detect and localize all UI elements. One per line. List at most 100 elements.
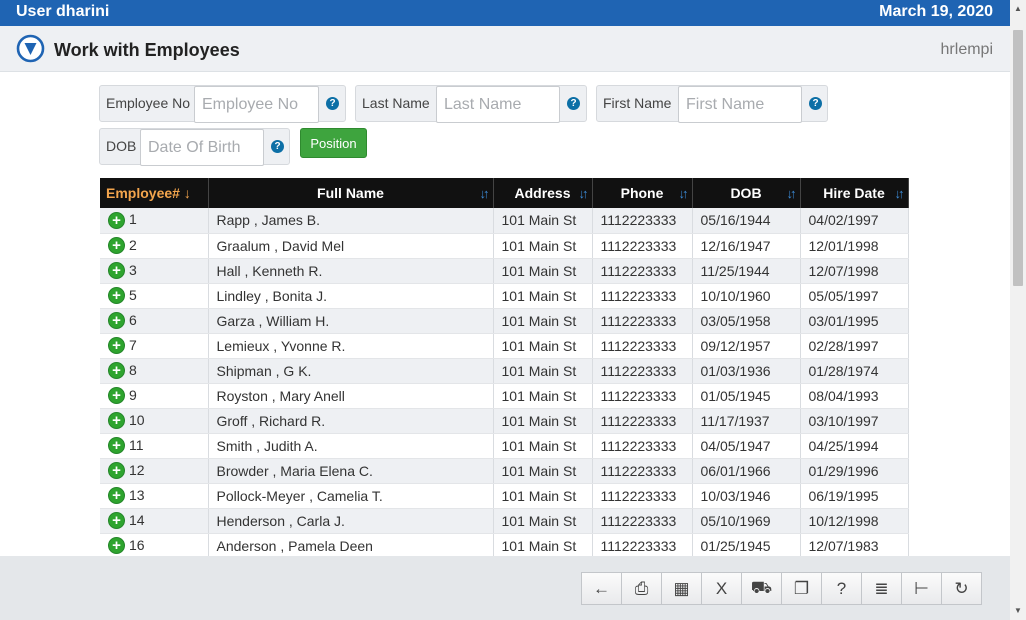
add-row-icon[interactable]: + [108, 212, 125, 230]
help-button[interactable]: ? [821, 572, 862, 605]
scroll-down-icon[interactable]: ▼ [1014, 606, 1022, 615]
add-row-icon[interactable]: + [108, 237, 125, 255]
dob-label: DOB [106, 138, 137, 154]
table-cell: 1112223333 [592, 508, 693, 534]
table-row[interactable]: +16 Anderson , Pamela Deen 101 Main St 1112… [100, 533, 909, 559]
column-header-dob[interactable]: DOB ↓↑ [692, 178, 801, 208]
column-header-label: Hire Date [823, 185, 885, 201]
help-icon[interactable]: ? [809, 97, 822, 110]
table-cell: +11 [100, 433, 209, 459]
add-row-icon[interactable]: + [108, 512, 125, 530]
add-row-icon[interactable]: + [108, 387, 125, 405]
table-cell: +7 [100, 333, 209, 359]
table-cell: 1112223333 [592, 408, 693, 434]
table-cell: Royston , Mary Anell [208, 383, 494, 409]
column-header-phone[interactable]: Phone ↓↑ [592, 178, 693, 208]
add-row-icon[interactable]: + [108, 437, 125, 455]
employee-number: 3 [129, 261, 137, 278]
first-name-label: First Name [603, 95, 672, 111]
notes-button[interactable]: ≣ [861, 572, 902, 605]
table-row[interactable]: +7 Lemieux , Yvonne R. 101 Main St 11122233… [100, 333, 909, 359]
table-cell: 05/05/1997 [800, 283, 909, 309]
refresh-button[interactable]: ↻ [941, 572, 982, 605]
table-cell: 101 Main St [493, 383, 593, 409]
column-header-hire-date[interactable]: Hire Date ↓↑ [800, 178, 909, 208]
table-cell: 01/03/1936 [692, 358, 801, 384]
filter-last-name: Last Name ? [355, 85, 587, 123]
automation-button[interactable]: ⛟ [741, 572, 782, 605]
add-row-icon[interactable]: + [108, 337, 125, 355]
table-cell: 04/25/1994 [800, 433, 909, 459]
table-row[interactable]: +13 Pollock-Meyer , Camelia T. 101 Main St… [100, 483, 909, 509]
column-header-label: DOB [730, 185, 762, 201]
position-button[interactable]: Position [300, 128, 367, 158]
column-header-employee-no[interactable]: Employee# ↓ [100, 178, 209, 208]
help-icon[interactable]: ? [326, 97, 339, 110]
copy-button[interactable]: ❐ [781, 572, 822, 605]
employee-number: 6 [129, 311, 137, 328]
table-row[interactable]: +2 Graalum , David Mel 101 Main St 11122233… [100, 233, 909, 259]
table-row[interactable]: +11 Smith , Judith A. 101 Main St 111222333… [100, 433, 909, 459]
dob-input[interactable] [140, 129, 264, 166]
add-row-icon[interactable]: + [108, 287, 125, 305]
table-cell: 01/29/1996 [800, 458, 909, 484]
table-row[interactable]: +10 Groff , Richard R. 101 Main St 11122233… [100, 408, 909, 434]
scrollbar-thumb[interactable] [1013, 30, 1023, 286]
table-cell: 101 Main St [493, 433, 593, 459]
table-cell: 06/01/1966 [692, 458, 801, 484]
table-cell: +14 [100, 508, 209, 534]
table-cell: 01/25/1945 [692, 533, 801, 559]
truck-clock-icon: ⛟ [750, 577, 773, 597]
table-row[interactable]: +9 Royston , Mary Anell 101 Main St 1112223… [100, 383, 909, 409]
add-row-icon[interactable]: + [108, 462, 125, 480]
sort-icon: ↓↑ [578, 186, 589, 201]
excel-button[interactable]: X [701, 572, 742, 605]
table-cell: 08/04/1993 [800, 383, 909, 409]
employee-no-input[interactable] [194, 86, 319, 123]
add-row-icon[interactable]: + [108, 262, 125, 280]
add-row-icon[interactable]: + [108, 487, 125, 505]
hierarchy-button[interactable]: ⊢ [901, 572, 942, 605]
column-header-address[interactable]: Address ↓↑ [493, 178, 593, 208]
vertical-scrollbar[interactable]: ▲ ▼ [1010, 0, 1026, 620]
action-toolbar: ← ⎙ ▦ X ⛟ ❐? ≣ ⊢ ↻ [581, 572, 982, 605]
add-row-icon[interactable]: + [108, 312, 125, 330]
last-name-input[interactable] [436, 86, 560, 123]
table-row[interactable]: +6 Garza , William H. 101 Main St 111222333… [100, 308, 909, 334]
table-cell: 101 Main St [493, 483, 593, 509]
table-cell: 12/07/1983 [800, 533, 909, 559]
column-header-full-name[interactable]: Full Name ↓↑ [208, 178, 494, 208]
table-row[interactable]: +1 Rapp , James B. 101 Main St 1112223333 05… [100, 208, 909, 234]
print-button[interactable]: ⎙ [621, 572, 662, 605]
first-name-input[interactable] [678, 86, 802, 123]
add-row-icon[interactable]: + [108, 537, 125, 555]
table-cell: 05/10/1969 [692, 508, 801, 534]
navigate-icon[interactable] [16, 34, 45, 63]
table-cell: 101 Main St [493, 458, 593, 484]
table-row[interactable]: +8 Shipman , G K. 101 Main St 1112223333 01/… [100, 358, 909, 384]
table-cell: 04/02/1997 [800, 208, 909, 234]
back-button[interactable]: ← [581, 572, 622, 605]
table-cell: 101 Main St [493, 358, 593, 384]
employee-number: 10 [129, 411, 145, 428]
table-cell: +5 [100, 283, 209, 309]
add-row-icon[interactable]: + [108, 412, 125, 430]
table-cell: 101 Main St [493, 508, 593, 534]
table-row[interactable]: +5 Lindley , Bonita J. 101 Main St 11122233… [100, 283, 909, 309]
add-row-icon[interactable]: + [108, 362, 125, 380]
column-header-label: Phone [620, 185, 664, 201]
table-cell: +10 [100, 408, 209, 434]
calculator-button[interactable]: ▦ [661, 572, 702, 605]
employee-number: 9 [129, 386, 137, 403]
scroll-up-icon[interactable]: ▲ [1014, 4, 1022, 13]
page-title: Work with Employees [54, 40, 240, 60]
table-row[interactable]: +14 Henderson , Carla J. 101 Main St 111222… [100, 508, 909, 534]
table-row[interactable]: +12 Browder , Maria Elena C. 101 Main St 11… [100, 458, 909, 484]
grid-header-row: Employee# ↓ Full Name ↓↑ Address ↓↑ Phone ↓… [100, 178, 909, 208]
table-row[interactable]: +3 Hall , Kenneth R. 101 Main St 1112223333… [100, 258, 909, 284]
table-cell: 101 Main St [493, 408, 593, 434]
table-cell: Rapp , James B. [208, 208, 494, 234]
help-icon[interactable]: ? [271, 140, 284, 153]
table-cell: +8 [100, 358, 209, 384]
help-icon[interactable]: ? [567, 97, 580, 110]
